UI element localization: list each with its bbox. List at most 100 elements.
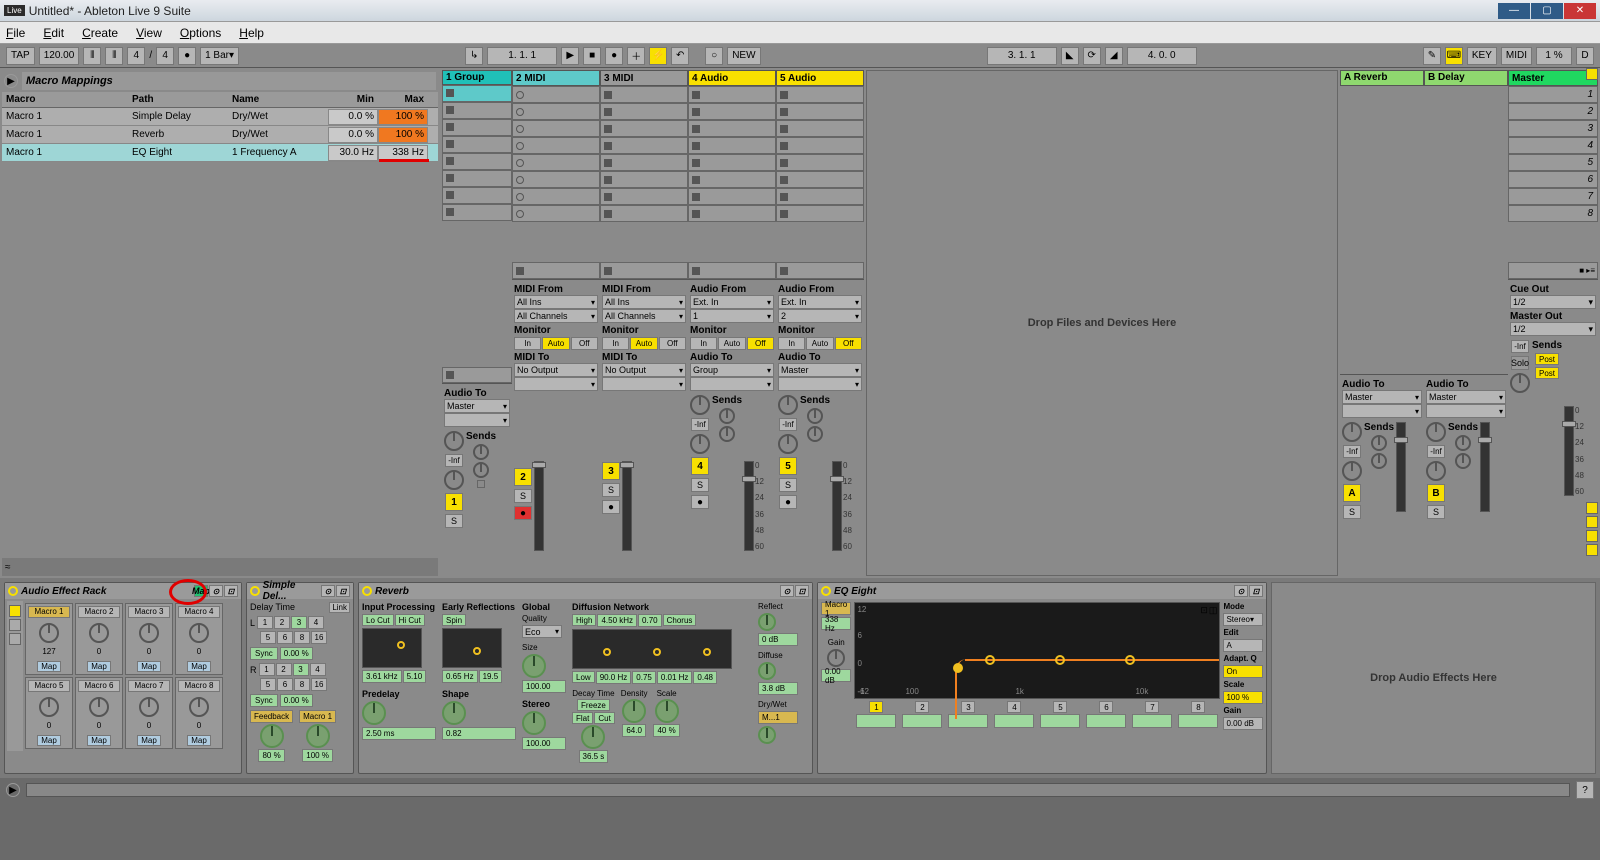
maximize-button[interactable]: ▢ [1531, 3, 1563, 19]
monitor-in[interactable]: In [514, 337, 541, 350]
clip-slot[interactable] [600, 171, 688, 188]
density-knob[interactable] [622, 699, 646, 723]
device-activator-icon[interactable] [250, 586, 260, 596]
volume-knob[interactable] [690, 434, 710, 454]
device-header[interactable]: Simple Del... ⊙⊡ [247, 583, 353, 599]
menu-create[interactable]: Create [82, 26, 118, 40]
track-group[interactable]: 1 Group Audio To Master [442, 70, 512, 576]
automation-arm-button[interactable]: ⚡ [649, 47, 667, 65]
solo-button[interactable]: S [1343, 505, 1361, 519]
beat-div[interactable]: 4 [308, 616, 324, 629]
scene-row[interactable]: 2 [1508, 103, 1598, 120]
volume-fader[interactable] [1480, 422, 1490, 512]
metronome-button[interactable]: ● [178, 47, 196, 65]
clip-slot[interactable] [776, 154, 864, 171]
clip-slot[interactable] [442, 136, 512, 153]
hot-swap-icon[interactable]: ⊙ [1234, 585, 1248, 597]
monitor-in[interactable]: In [690, 337, 717, 350]
send-a-knob[interactable] [473, 444, 489, 460]
macro-knob[interactable]: Macro 40Map [175, 603, 223, 675]
scale-knob[interactable] [655, 699, 679, 723]
midi-to-ch-dropdown[interactable] [602, 377, 686, 391]
overdub-button[interactable]: ＋ [627, 47, 645, 65]
pan-knob[interactable] [444, 431, 464, 451]
monitor-off[interactable]: Off [659, 337, 686, 350]
clip-slot[interactable] [776, 171, 864, 188]
device-header[interactable]: Reverb ⊙⊡ [359, 583, 812, 599]
high-button[interactable]: High [572, 614, 596, 626]
track-activator[interactable]: A [1343, 484, 1361, 502]
track-audio[interactable]: 4 Audio Audio From Ext. In 1 [688, 70, 776, 576]
pan-knob[interactable] [1426, 422, 1446, 442]
track-activator[interactable]: 2 [514, 468, 532, 486]
track-midi[interactable]: 3 MIDI MIDI From All Ins All Channels [600, 70, 688, 576]
show-macros-button[interactable] [9, 605, 21, 617]
midi-ch-dropdown[interactable]: All Channels [602, 309, 686, 323]
master-out-dropdown[interactable]: 1/2▾ [1510, 322, 1596, 336]
io-section-toggle[interactable] [1586, 68, 1598, 80]
audio-to-dropdown[interactable]: Master [778, 363, 862, 377]
key-map-button[interactable]: KEY [1467, 47, 1497, 65]
menu-options[interactable]: Options [180, 26, 221, 40]
solo-button[interactable]: S [779, 478, 797, 492]
map-mode-button[interactable]: Map [194, 585, 208, 597]
expand-icon[interactable]: ⊡ [1200, 605, 1208, 616]
eq-curve-display[interactable]: ⊡◫ 12 6 0 -6 -12 100 1k 10k [854, 602, 1220, 699]
midi-to-dropdown[interactable]: No Output [514, 363, 598, 377]
device-header[interactable]: EQ Eight ⊙⊡ [818, 583, 1266, 599]
clip-slot[interactable] [512, 103, 600, 120]
audio-to-ch-dropdown[interactable] [444, 413, 510, 427]
time-offset-field[interactable]: 0.00 % [280, 694, 313, 707]
clip-slot[interactable] [442, 153, 512, 170]
cue-volume-knob[interactable] [1510, 373, 1530, 393]
monitor-in[interactable]: In [602, 337, 629, 350]
clip-slot[interactable] [600, 205, 688, 222]
record-button[interactable]: ● [605, 47, 623, 65]
macro-max-field[interactable]: 100 % [378, 127, 428, 143]
hot-swap-icon[interactable]: ⊙ [780, 585, 794, 597]
track-activator[interactable]: 4 [691, 457, 709, 475]
midi-velocity-fader[interactable] [622, 461, 632, 551]
diffusion-graph[interactable] [572, 629, 732, 669]
midi-from-dropdown[interactable]: All Ins [514, 295, 598, 309]
draw-mode-button[interactable]: ✎ [1423, 47, 1441, 65]
track-activator[interactable]: B [1427, 484, 1445, 502]
help-view-icon[interactable]: ? [1576, 781, 1594, 799]
macro-knob[interactable]: Macro 70Map [125, 677, 173, 749]
macro-knob[interactable]: Macro 1 127Map [25, 603, 73, 675]
loop-length[interactable]: 4. 0. 0 [1127, 47, 1197, 65]
track-header[interactable]: 4 Audio [688, 70, 776, 86]
diffuse-knob[interactable] [758, 662, 776, 680]
clip-slot[interactable] [600, 154, 688, 171]
drywet-knob[interactable] [306, 724, 330, 748]
send-a-knob[interactable] [1455, 435, 1471, 451]
macro-knob[interactable]: Macro 50Map [25, 677, 73, 749]
macro-row-selected[interactable]: Macro 1 EQ Eight 1 Frequency A 30.0 Hz 3… [2, 144, 438, 162]
collapse-icon[interactable]: ≈ [2, 558, 438, 576]
audio-from-dropdown[interactable]: Ext. In [778, 295, 862, 309]
beat-div[interactable]: 2 [274, 616, 290, 629]
macro-max-field[interactable]: 100 % [378, 109, 428, 125]
show-devices-button[interactable] [9, 633, 21, 645]
monitor-off[interactable]: Off [571, 337, 598, 350]
send-b-knob[interactable] [1371, 453, 1387, 469]
midi-velocity-fader[interactable] [534, 461, 544, 551]
save-preset-icon[interactable]: ⊡ [224, 585, 238, 597]
macro-max-field[interactable]: 338 Hz [378, 145, 428, 161]
gain-knob[interactable] [827, 649, 845, 667]
show-chains-button[interactable] [9, 619, 21, 631]
send-a-knob[interactable] [719, 408, 735, 424]
track-activator[interactable]: 3 [602, 462, 620, 480]
capture-button[interactable]: NEW [727, 47, 760, 65]
stop-all-clips[interactable]: ■ ▸≡ [1508, 262, 1598, 279]
send-b-knob[interactable] [807, 426, 823, 442]
volume-knob[interactable] [1426, 461, 1446, 481]
tap-tempo-button[interactable]: TAP [6, 47, 35, 65]
clip-slot[interactable] [600, 188, 688, 205]
master-header[interactable]: Master [1508, 70, 1598, 86]
overload-indicator[interactable]: D [1576, 47, 1594, 65]
crossfader-toggle[interactable] [1586, 544, 1598, 556]
input-filter-graph[interactable] [362, 628, 422, 668]
stop-all-slot[interactable] [442, 367, 512, 383]
track-header[interactable]: 2 MIDI [512, 70, 600, 86]
